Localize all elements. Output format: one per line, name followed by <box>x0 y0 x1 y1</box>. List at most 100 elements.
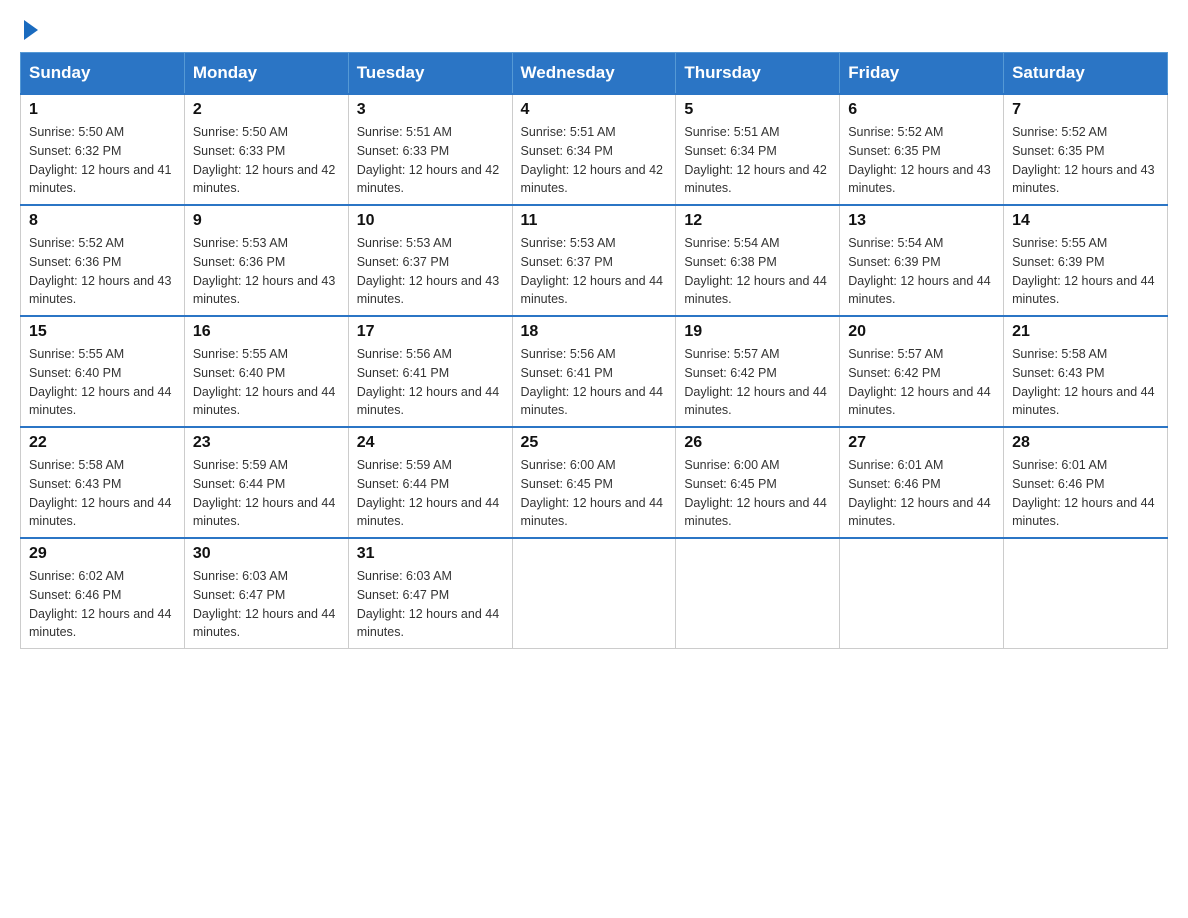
week-row-3: 15 Sunrise: 5:55 AM Sunset: 6:40 PM Dayl… <box>21 316 1168 427</box>
week-row-5: 29 Sunrise: 6:02 AM Sunset: 6:46 PM Dayl… <box>21 538 1168 649</box>
column-header-thursday: Thursday <box>676 53 840 95</box>
calendar-cell: 25 Sunrise: 6:00 AM Sunset: 6:45 PM Dayl… <box>512 427 676 538</box>
calendar-cell: 18 Sunrise: 5:56 AM Sunset: 6:41 PM Dayl… <box>512 316 676 427</box>
calendar-cell: 30 Sunrise: 6:03 AM Sunset: 6:47 PM Dayl… <box>184 538 348 649</box>
calendar-cell <box>1004 538 1168 649</box>
day-number: 31 <box>357 545 504 563</box>
day-info: Sunrise: 5:58 AM Sunset: 6:43 PM Dayligh… <box>29 456 176 531</box>
day-info: Sunrise: 6:00 AM Sunset: 6:45 PM Dayligh… <box>684 456 831 531</box>
calendar-cell: 23 Sunrise: 5:59 AM Sunset: 6:44 PM Dayl… <box>184 427 348 538</box>
day-number: 30 <box>193 545 340 563</box>
day-number: 9 <box>193 212 340 230</box>
day-number: 28 <box>1012 434 1159 452</box>
day-info: Sunrise: 6:01 AM Sunset: 6:46 PM Dayligh… <box>848 456 995 531</box>
day-number: 10 <box>357 212 504 230</box>
week-row-1: 1 Sunrise: 5:50 AM Sunset: 6:32 PM Dayli… <box>21 94 1168 205</box>
calendar-cell: 24 Sunrise: 5:59 AM Sunset: 6:44 PM Dayl… <box>348 427 512 538</box>
day-info: Sunrise: 5:53 AM Sunset: 6:37 PM Dayligh… <box>357 234 504 309</box>
day-number: 11 <box>521 212 668 230</box>
day-number: 13 <box>848 212 995 230</box>
column-header-friday: Friday <box>840 53 1004 95</box>
calendar-cell: 26 Sunrise: 6:00 AM Sunset: 6:45 PM Dayl… <box>676 427 840 538</box>
day-number: 27 <box>848 434 995 452</box>
day-info: Sunrise: 5:57 AM Sunset: 6:42 PM Dayligh… <box>848 345 995 420</box>
day-number: 24 <box>357 434 504 452</box>
calendar-cell: 10 Sunrise: 5:53 AM Sunset: 6:37 PM Dayl… <box>348 205 512 316</box>
day-number: 3 <box>357 101 504 119</box>
week-row-2: 8 Sunrise: 5:52 AM Sunset: 6:36 PM Dayli… <box>21 205 1168 316</box>
calendar-cell: 31 Sunrise: 6:03 AM Sunset: 6:47 PM Dayl… <box>348 538 512 649</box>
day-number: 18 <box>521 323 668 341</box>
calendar-cell: 27 Sunrise: 6:01 AM Sunset: 6:46 PM Dayl… <box>840 427 1004 538</box>
logo <box>20 20 38 36</box>
day-number: 17 <box>357 323 504 341</box>
day-info: Sunrise: 5:55 AM Sunset: 6:39 PM Dayligh… <box>1012 234 1159 309</box>
day-info: Sunrise: 6:03 AM Sunset: 6:47 PM Dayligh… <box>357 567 504 642</box>
day-number: 14 <box>1012 212 1159 230</box>
calendar-cell: 28 Sunrise: 6:01 AM Sunset: 6:46 PM Dayl… <box>1004 427 1168 538</box>
calendar-cell: 21 Sunrise: 5:58 AM Sunset: 6:43 PM Dayl… <box>1004 316 1168 427</box>
calendar-cell: 11 Sunrise: 5:53 AM Sunset: 6:37 PM Dayl… <box>512 205 676 316</box>
column-header-wednesday: Wednesday <box>512 53 676 95</box>
day-info: Sunrise: 6:02 AM Sunset: 6:46 PM Dayligh… <box>29 567 176 642</box>
day-number: 6 <box>848 101 995 119</box>
calendar-cell: 29 Sunrise: 6:02 AM Sunset: 6:46 PM Dayl… <box>21 538 185 649</box>
day-info: Sunrise: 5:53 AM Sunset: 6:37 PM Dayligh… <box>521 234 668 309</box>
day-number: 19 <box>684 323 831 341</box>
day-info: Sunrise: 5:52 AM Sunset: 6:35 PM Dayligh… <box>1012 123 1159 198</box>
calendar-table: SundayMondayTuesdayWednesdayThursdayFrid… <box>20 52 1168 649</box>
day-number: 5 <box>684 101 831 119</box>
logo-arrow-icon <box>24 20 38 40</box>
calendar-cell: 16 Sunrise: 5:55 AM Sunset: 6:40 PM Dayl… <box>184 316 348 427</box>
day-info: Sunrise: 5:59 AM Sunset: 6:44 PM Dayligh… <box>193 456 340 531</box>
day-info: Sunrise: 5:52 AM Sunset: 6:36 PM Dayligh… <box>29 234 176 309</box>
calendar-cell: 2 Sunrise: 5:50 AM Sunset: 6:33 PM Dayli… <box>184 94 348 205</box>
day-info: Sunrise: 6:03 AM Sunset: 6:47 PM Dayligh… <box>193 567 340 642</box>
calendar-cell: 14 Sunrise: 5:55 AM Sunset: 6:39 PM Dayl… <box>1004 205 1168 316</box>
day-number: 15 <box>29 323 176 341</box>
calendar-cell: 15 Sunrise: 5:55 AM Sunset: 6:40 PM Dayl… <box>21 316 185 427</box>
calendar-cell: 4 Sunrise: 5:51 AM Sunset: 6:34 PM Dayli… <box>512 94 676 205</box>
page-header <box>20 20 1168 36</box>
day-info: Sunrise: 6:00 AM Sunset: 6:45 PM Dayligh… <box>521 456 668 531</box>
calendar-cell: 7 Sunrise: 5:52 AM Sunset: 6:35 PM Dayli… <box>1004 94 1168 205</box>
day-info: Sunrise: 5:51 AM Sunset: 6:34 PM Dayligh… <box>684 123 831 198</box>
column-header-tuesday: Tuesday <box>348 53 512 95</box>
day-number: 2 <box>193 101 340 119</box>
day-number: 1 <box>29 101 176 119</box>
calendar-cell: 19 Sunrise: 5:57 AM Sunset: 6:42 PM Dayl… <box>676 316 840 427</box>
day-info: Sunrise: 5:53 AM Sunset: 6:36 PM Dayligh… <box>193 234 340 309</box>
day-number: 29 <box>29 545 176 563</box>
calendar-cell: 9 Sunrise: 5:53 AM Sunset: 6:36 PM Dayli… <box>184 205 348 316</box>
calendar-cell: 12 Sunrise: 5:54 AM Sunset: 6:38 PM Dayl… <box>676 205 840 316</box>
day-info: Sunrise: 5:51 AM Sunset: 6:33 PM Dayligh… <box>357 123 504 198</box>
day-number: 20 <box>848 323 995 341</box>
day-number: 8 <box>29 212 176 230</box>
day-info: Sunrise: 5:50 AM Sunset: 6:32 PM Dayligh… <box>29 123 176 198</box>
calendar-cell: 8 Sunrise: 5:52 AM Sunset: 6:36 PM Dayli… <box>21 205 185 316</box>
day-number: 23 <box>193 434 340 452</box>
calendar-cell: 20 Sunrise: 5:57 AM Sunset: 6:42 PM Dayl… <box>840 316 1004 427</box>
calendar-cell: 6 Sunrise: 5:52 AM Sunset: 6:35 PM Dayli… <box>840 94 1004 205</box>
day-info: Sunrise: 5:51 AM Sunset: 6:34 PM Dayligh… <box>521 123 668 198</box>
day-number: 12 <box>684 212 831 230</box>
day-info: Sunrise: 5:54 AM Sunset: 6:38 PM Dayligh… <box>684 234 831 309</box>
day-info: Sunrise: 5:57 AM Sunset: 6:42 PM Dayligh… <box>684 345 831 420</box>
day-number: 21 <box>1012 323 1159 341</box>
day-number: 22 <box>29 434 176 452</box>
day-info: Sunrise: 6:01 AM Sunset: 6:46 PM Dayligh… <box>1012 456 1159 531</box>
day-info: Sunrise: 5:52 AM Sunset: 6:35 PM Dayligh… <box>848 123 995 198</box>
calendar-cell: 5 Sunrise: 5:51 AM Sunset: 6:34 PM Dayli… <box>676 94 840 205</box>
day-info: Sunrise: 5:50 AM Sunset: 6:33 PM Dayligh… <box>193 123 340 198</box>
day-info: Sunrise: 5:56 AM Sunset: 6:41 PM Dayligh… <box>521 345 668 420</box>
calendar-cell: 22 Sunrise: 5:58 AM Sunset: 6:43 PM Dayl… <box>21 427 185 538</box>
calendar-cell: 13 Sunrise: 5:54 AM Sunset: 6:39 PM Dayl… <box>840 205 1004 316</box>
day-number: 25 <box>521 434 668 452</box>
calendar-cell: 1 Sunrise: 5:50 AM Sunset: 6:32 PM Dayli… <box>21 94 185 205</box>
calendar-cell <box>512 538 676 649</box>
day-number: 26 <box>684 434 831 452</box>
column-header-monday: Monday <box>184 53 348 95</box>
day-info: Sunrise: 5:55 AM Sunset: 6:40 PM Dayligh… <box>193 345 340 420</box>
day-info: Sunrise: 5:58 AM Sunset: 6:43 PM Dayligh… <box>1012 345 1159 420</box>
column-header-saturday: Saturday <box>1004 53 1168 95</box>
